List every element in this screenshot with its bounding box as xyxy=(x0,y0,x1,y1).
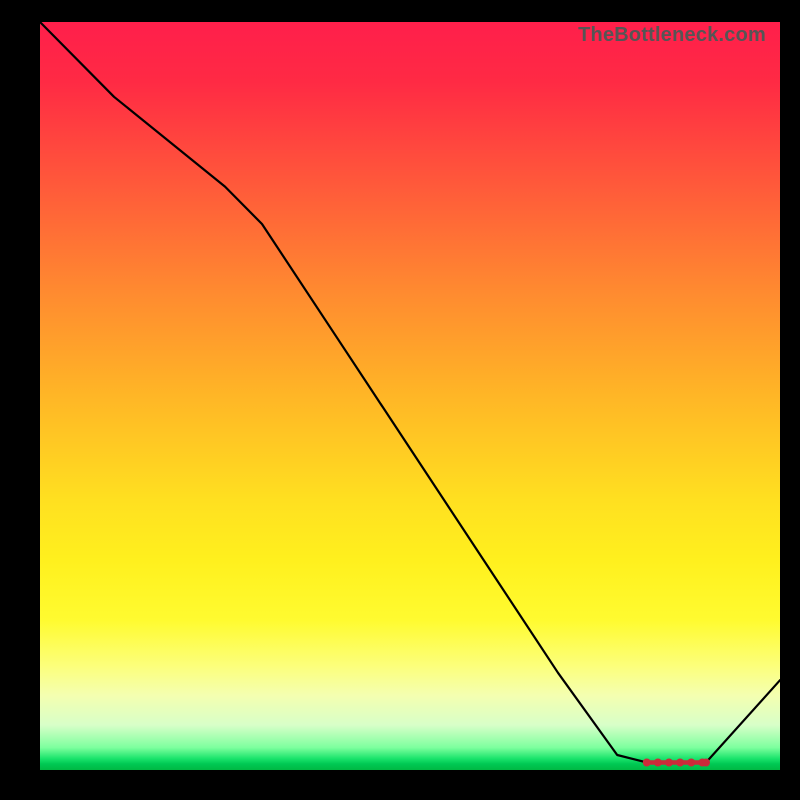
flat-marker xyxy=(676,759,684,767)
chart-frame: TheBottleneck.com xyxy=(0,0,800,800)
flat-marker xyxy=(702,759,710,767)
chart-svg xyxy=(40,22,780,770)
plot-area: TheBottleneck.com xyxy=(40,22,780,770)
flat-marker xyxy=(687,759,695,767)
flat-marker xyxy=(643,759,651,767)
series-curve xyxy=(40,22,780,763)
flat-marker xyxy=(654,759,662,767)
flat-marker xyxy=(665,759,673,767)
